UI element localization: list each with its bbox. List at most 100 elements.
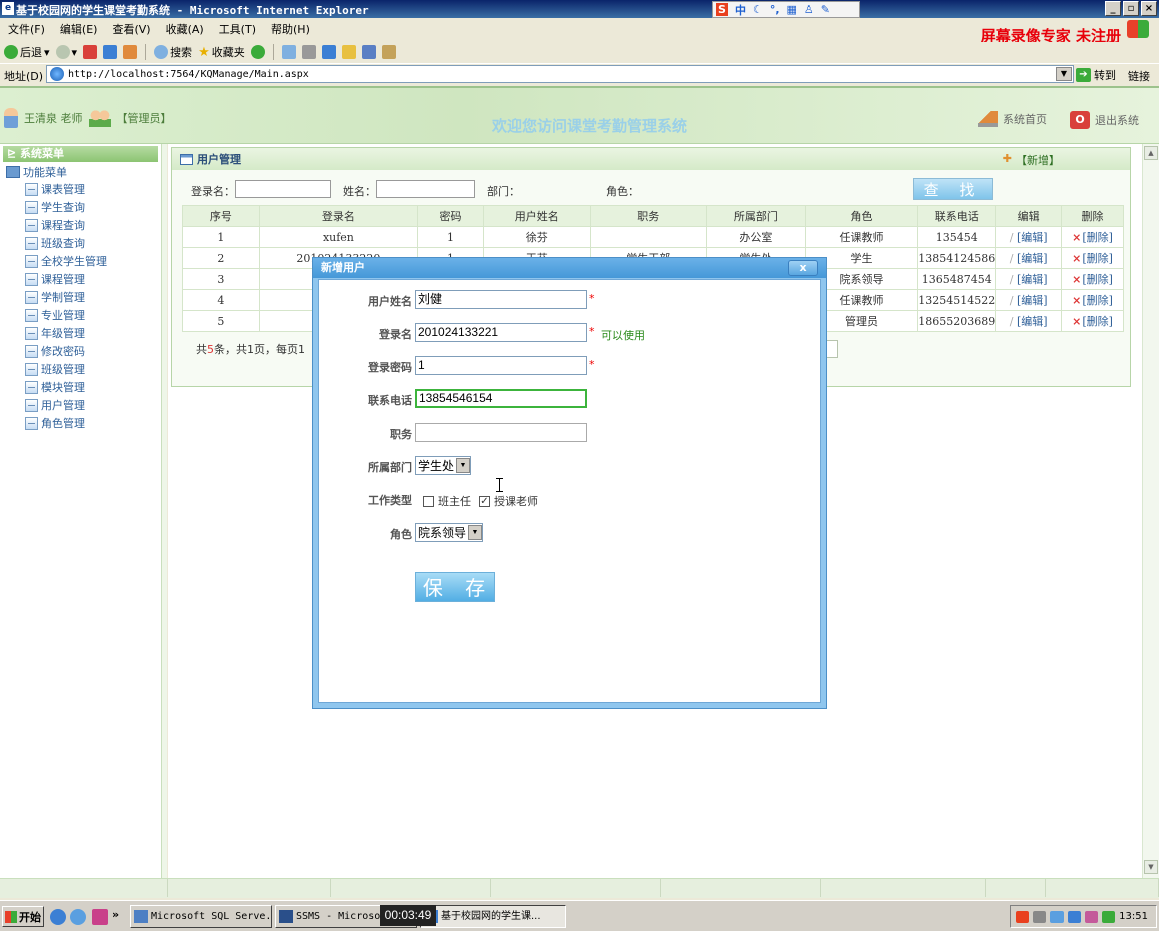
- sidebar-item[interactable]: 模块管理: [25, 378, 162, 396]
- delete-link[interactable]: [删除]: [1061, 226, 1124, 248]
- taskbar-item-ie[interactable]: 基于校园网的学生课...: [420, 905, 566, 928]
- close-window-button[interactable]: ×: [1141, 1, 1157, 16]
- research-icon[interactable]: [381, 45, 396, 59]
- edit-link[interactable]: [编辑]: [995, 226, 1063, 248]
- more-quicklaunch-icon[interactable]: »: [112, 908, 119, 921]
- maximize-button[interactable]: ▫: [1123, 1, 1139, 16]
- duty-field[interactable]: [415, 423, 587, 442]
- folder-icon[interactable]: [341, 45, 356, 59]
- delete-link[interactable]: [删除]: [1061, 247, 1124, 269]
- ime-toolbar[interactable]: S 中 ☾ °, ▦ ♙ ✎: [712, 1, 860, 18]
- show-desktop-icon[interactable]: [70, 909, 86, 925]
- edit-link[interactable]: [编辑]: [995, 247, 1063, 269]
- sidebar-item[interactable]: 全校学生管理: [25, 252, 162, 270]
- messenger-tray-icon[interactable]: [1050, 910, 1064, 923]
- home-icon[interactable]: [123, 45, 138, 59]
- menu-view[interactable]: 查看(V): [112, 21, 150, 37]
- course-teacher-checkbox[interactable]: ✓ 授课老师: [479, 493, 538, 509]
- history-icon[interactable]: [250, 45, 265, 59]
- ime-mode-label[interactable]: 中: [735, 2, 746, 18]
- address-dropdown-icon[interactable]: ▼: [1056, 67, 1072, 81]
- sidebar-item[interactable]: 用户管理: [25, 396, 162, 414]
- mail-icon[interactable]: [281, 45, 296, 59]
- sidebar-root[interactable]: 功能菜单: [6, 164, 162, 180]
- menu-help[interactable]: 帮助(H): [271, 21, 310, 37]
- media-quicklaunch-icon[interactable]: [92, 909, 108, 925]
- refresh-icon[interactable]: [103, 45, 118, 59]
- sidebar-item[interactable]: 班级管理: [25, 360, 162, 378]
- edit-link[interactable]: [编辑]: [995, 268, 1063, 290]
- main-scrollbar[interactable]: ▲ ▼: [1142, 144, 1159, 878]
- ime-punct-icon[interactable]: °,: [770, 3, 780, 16]
- checkbox-unchecked-icon[interactable]: [423, 495, 434, 507]
- edit-page-icon[interactable]: [321, 45, 336, 59]
- save-button[interactable]: 保 存: [415, 572, 495, 602]
- home-link[interactable]: 系统首页: [978, 111, 1047, 127]
- address-url[interactable]: http://localhost:7564/KQManage/Main.aspx: [68, 69, 309, 80]
- frame-splitter[interactable]: [161, 144, 167, 878]
- links-button[interactable]: 链接: [1128, 68, 1150, 84]
- sidebar-item[interactable]: 专业管理: [25, 306, 162, 324]
- sidebar-item[interactable]: 角色管理: [25, 414, 162, 432]
- back-button[interactable]: 后退 ▾: [4, 44, 50, 60]
- sidebar-item[interactable]: 课程管理: [25, 270, 162, 288]
- menu-file[interactable]: 文件(F): [8, 21, 45, 37]
- sidebar-item[interactable]: 学生查询: [25, 198, 162, 216]
- minimize-button[interactable]: _: [1105, 1, 1121, 16]
- infinity-tray-icon[interactable]: [1067, 910, 1081, 923]
- sidebar-item[interactable]: 年级管理: [25, 324, 162, 342]
- messenger-icon[interactable]: [361, 45, 376, 59]
- homeroom-teacher-checkbox[interactable]: 班主任: [423, 493, 471, 509]
- forward-button[interactable]: ▾: [55, 45, 77, 59]
- menu-favorites[interactable]: 收藏(A): [166, 21, 204, 37]
- sidebar-item[interactable]: 课表管理: [25, 180, 162, 198]
- scroll-down-icon[interactable]: ▼: [1144, 860, 1158, 874]
- network-tray-icon[interactable]: [1033, 910, 1047, 923]
- login-field[interactable]: 201024133221: [415, 323, 587, 342]
- stop-icon[interactable]: [83, 45, 98, 59]
- sidebar-item[interactable]: 修改密码: [25, 342, 162, 360]
- phone-field[interactable]: 13854546154: [415, 389, 587, 408]
- print-icon[interactable]: [301, 45, 316, 59]
- sidebar-item[interactable]: 课程查询: [25, 216, 162, 234]
- menu-tools[interactable]: 工具(T): [219, 21, 256, 37]
- scroll-up-icon[interactable]: ▲: [1144, 146, 1158, 160]
- find-button[interactable]: 查 找: [913, 178, 993, 200]
- ime-keyboard-icon[interactable]: ▦: [787, 3, 797, 16]
- edit-link[interactable]: [编辑]: [995, 310, 1063, 332]
- ime-moon-icon[interactable]: ☾: [753, 3, 763, 16]
- sogou-tray-icon[interactable]: [1016, 910, 1030, 923]
- delete-link[interactable]: [删除]: [1061, 310, 1124, 332]
- sogou-icon[interactable]: S: [716, 3, 728, 16]
- ime-skin-icon[interactable]: ♙: [804, 3, 814, 16]
- password-field[interactable]: 1: [415, 356, 587, 375]
- address-input[interactable]: http://localhost:7564/KQManage/Main.aspx: [46, 65, 1074, 83]
- ime-settings-icon[interactable]: ✎: [821, 3, 830, 16]
- delete-link[interactable]: [删除]: [1061, 289, 1124, 311]
- login-search-input[interactable]: [235, 180, 331, 198]
- sidebar-item[interactable]: 班级查询: [25, 234, 162, 252]
- go-button[interactable]: ➔ 转到: [1076, 67, 1116, 83]
- search-button[interactable]: 搜索: [154, 44, 192, 60]
- add-user-button[interactable]: ✚ 【新增】: [1003, 152, 1060, 168]
- sidebar-item-label: 学生查询: [41, 201, 85, 214]
- taskbar-item-sql-server[interactable]: Microsoft SQL Serve...: [130, 905, 272, 928]
- checkbox-checked-icon[interactable]: ✓: [479, 495, 490, 507]
- logout-link[interactable]: O 退出系统: [1070, 111, 1139, 129]
- security-tray-icon[interactable]: [1101, 910, 1116, 923]
- chevron-down-icon[interactable]: ▼: [468, 525, 483, 540]
- volume-tray-icon[interactable]: [1084, 910, 1098, 923]
- dept-select[interactable]: 学生处 ▼: [415, 456, 472, 475]
- name-field[interactable]: 刘健: [415, 290, 587, 309]
- favorites-button[interactable]: ★ 收藏夹: [198, 44, 245, 60]
- dialog-close-button[interactable]: x: [788, 260, 818, 276]
- edit-link[interactable]: [编辑]: [995, 289, 1063, 311]
- name-search-input[interactable]: [376, 180, 475, 198]
- ie-quicklaunch-icon[interactable]: [50, 909, 66, 925]
- sidebar-item[interactable]: 学制管理: [25, 288, 162, 306]
- menu-edit[interactable]: 编辑(E): [60, 21, 98, 37]
- start-button[interactable]: 开始: [2, 906, 44, 927]
- chevron-down-icon[interactable]: ▼: [456, 458, 471, 473]
- delete-link[interactable]: [删除]: [1061, 268, 1124, 290]
- role-select[interactable]: 院系领导 ▼: [415, 523, 484, 542]
